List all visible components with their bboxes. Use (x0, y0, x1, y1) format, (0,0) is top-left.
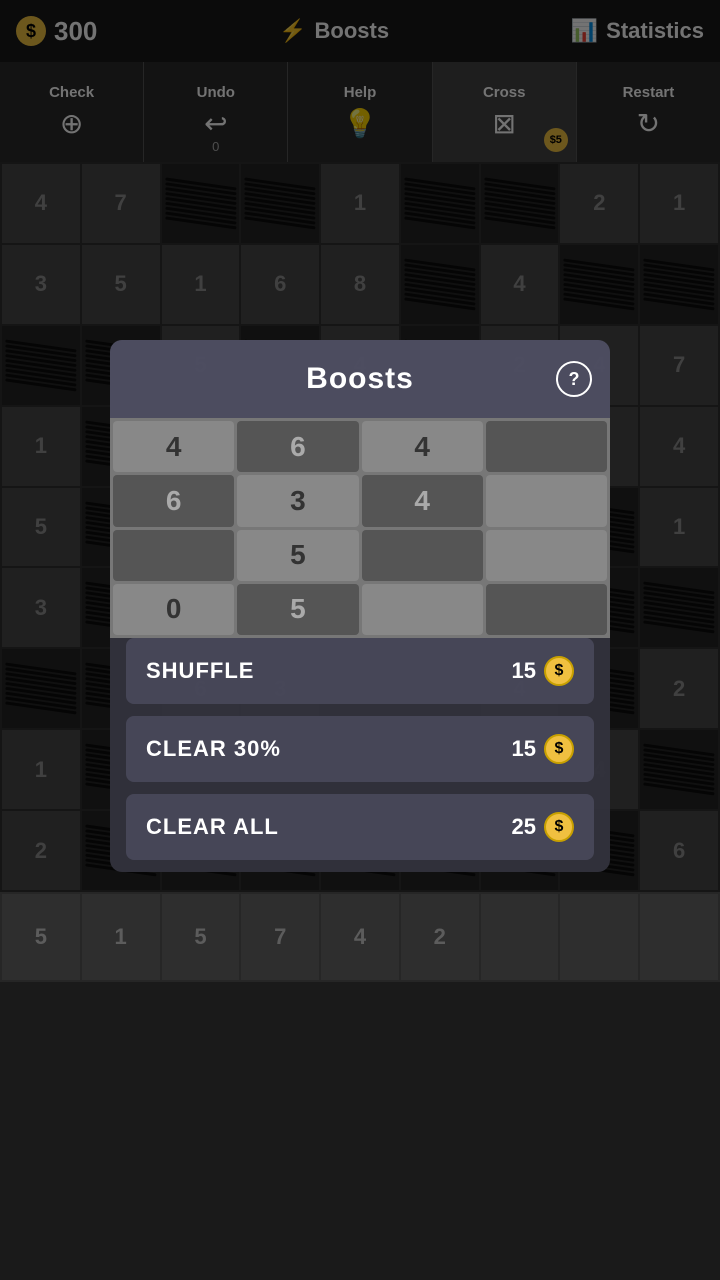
preview-cell: 5 (237, 584, 358, 635)
clearall-label: CLEAR ALL (146, 814, 279, 840)
preview-cell: 6 (113, 475, 234, 526)
preview-cell (362, 584, 483, 635)
shuffle-boost-button[interactable]: SHUFFLE 15 $ (126, 638, 594, 704)
clear30-cost: 15 $ (512, 734, 574, 764)
boosts-modal: Boosts ? 464634505 SHUFFLE 15 $ CLEAR 30… (110, 340, 610, 872)
modal-header: Boosts ? (110, 340, 610, 418)
preview-cell: 3 (237, 475, 358, 526)
preview-cell (486, 530, 607, 581)
preview-cell: 6 (237, 421, 358, 472)
clearall-cost-value: 25 (512, 814, 536, 840)
preview-cell (113, 530, 234, 581)
shuffle-label: SHUFFLE (146, 658, 254, 684)
preview-cell (486, 584, 607, 635)
preview-cell: 4 (362, 475, 483, 526)
modal-help-button[interactable]: ? (556, 361, 592, 397)
preview-cell: 0 (113, 584, 234, 635)
shuffle-coin-icon: $ (544, 656, 574, 686)
clear30-cost-value: 15 (512, 736, 536, 762)
clear30-boost-button[interactable]: CLEAR 30% 15 $ (126, 716, 594, 782)
shuffle-cost: 15 $ (512, 656, 574, 686)
clearall-cost: 25 $ (512, 812, 574, 842)
modal-preview: 464634505 (110, 418, 610, 638)
clearall-coin-icon: $ (544, 812, 574, 842)
preview-cell: 4 (362, 421, 483, 472)
preview-cell: 5 (237, 530, 358, 581)
preview-cell (362, 530, 483, 581)
clearall-boost-button[interactable]: CLEAR ALL 25 $ (126, 794, 594, 860)
preview-cell (486, 475, 607, 526)
modal-title: Boosts (306, 362, 414, 396)
clear30-coin-icon: $ (544, 734, 574, 764)
preview-cell: 4 (113, 421, 234, 472)
clear30-label: CLEAR 30% (146, 736, 281, 762)
help-question-icon: ? (569, 369, 580, 390)
preview-cell (486, 421, 607, 472)
shuffle-cost-value: 15 (512, 658, 536, 684)
